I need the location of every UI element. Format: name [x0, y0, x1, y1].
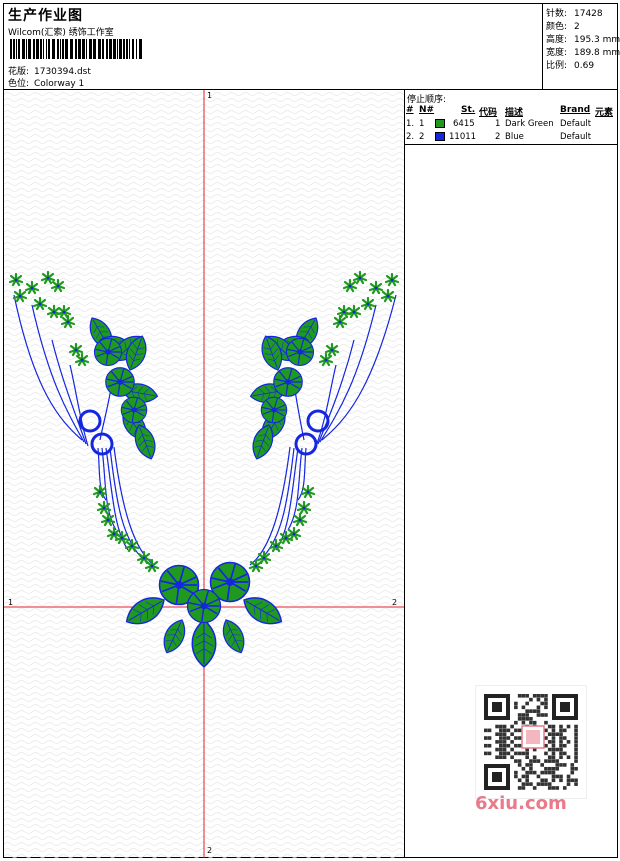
row-code: 1: [495, 119, 501, 129]
panel-divider: [405, 144, 617, 145]
height-value: 195.3 mm: [574, 35, 620, 45]
width-stat: 宽度: 189.8 mm: [546, 45, 620, 58]
row-n: 2: [419, 132, 425, 142]
stitches-value: 17428: [574, 9, 603, 19]
col-code: 代码: [479, 108, 498, 118]
row-code: 2: [495, 132, 501, 142]
col-st: St.: [461, 105, 476, 115]
ratio-label: 比例:: [546, 61, 568, 71]
axis-top-label: 1: [207, 91, 213, 100]
height-label: 高度:: [546, 35, 568, 45]
width-value: 189.8 mm: [574, 48, 620, 58]
embroidery-preview: [4, 90, 404, 858]
ratio-stat: 比例: 0.69: [546, 58, 594, 71]
axis-right-label: 2: [392, 598, 398, 607]
row-brand: Default: [560, 132, 592, 142]
studio-name: Wilcom(汇索) 绣饰工作室: [8, 28, 114, 38]
ratio-value: 0.69: [574, 61, 595, 71]
row-brand: Default: [560, 119, 592, 129]
sheet-header: 生产作业图 Wilcom(汇索) 绣饰工作室 花版: 1730394.dst 色位…: [4, 4, 620, 90]
stop-sequence-panel: 停止顺序: # N# St. 代码 描述 Brand 元素 1. 1 6415 …: [405, 90, 617, 858]
barcode: [10, 39, 144, 59]
stitches-stat: 针数: 17428: [546, 6, 603, 19]
col-elem: 元素: [595, 108, 614, 118]
design-stats: 针数: 17428 颜色: 2 高度: 195.3 mm 宽度: 189.8 mm 比例…: [543, 4, 620, 89]
row-st: 11011: [449, 132, 477, 142]
stop-table-header: # N# St. 代码 描述 Brand 元素: [405, 105, 617, 118]
row-desc: Blue: [505, 132, 524, 142]
row-desc: Dark Green: [505, 119, 554, 129]
colorway-value: Colorway 1: [34, 79, 85, 89]
row-st: 6415: [453, 119, 475, 129]
color-swatch-blue: [435, 132, 445, 141]
row-n: 1: [419, 119, 425, 129]
table-row: 1. 1 6415 1 Dark Green Default: [405, 119, 617, 131]
col-num: #: [406, 105, 414, 115]
watermark-text: 6xiu.com: [475, 793, 567, 814]
colors-label: 颜色:: [546, 22, 568, 32]
colorway-row: 色位: Colorway 1: [8, 76, 84, 89]
stop-sequence-title: 停止顺序:: [407, 95, 447, 105]
col-brand: Brand: [560, 105, 591, 115]
production-sheet: 生产作业图 Wilcom(汇索) 绣饰工作室 花版: 1730394.dst 色位…: [3, 3, 620, 858]
row-num: 1.: [406, 119, 415, 129]
col-n: N#: [419, 105, 435, 115]
row-num: 2.: [406, 132, 415, 142]
width-label: 宽度:: [546, 48, 568, 58]
sheet-title: 生产作业图: [8, 8, 83, 24]
colors-value: 2: [574, 22, 580, 32]
stitches-label: 针数:: [546, 9, 568, 19]
color-swatch-green: [435, 119, 445, 128]
header-info: 生产作业图 Wilcom(汇索) 绣饰工作室 花版: 1730394.dst 色位…: [4, 4, 543, 89]
colors-stat: 颜色: 2: [546, 19, 580, 32]
axis-bottom-label: 2: [207, 846, 213, 855]
qr-code: [475, 685, 587, 799]
colorway-label: 色位:: [8, 79, 30, 89]
col-desc: 描述: [505, 108, 524, 118]
table-row: 2. 2 11011 2 Blue Default: [405, 132, 617, 144]
axis-left-label: 1: [8, 598, 14, 607]
height-stat: 高度: 195.3 mm: [546, 32, 620, 45]
design-canvas: 1 2 1 2: [4, 90, 405, 858]
